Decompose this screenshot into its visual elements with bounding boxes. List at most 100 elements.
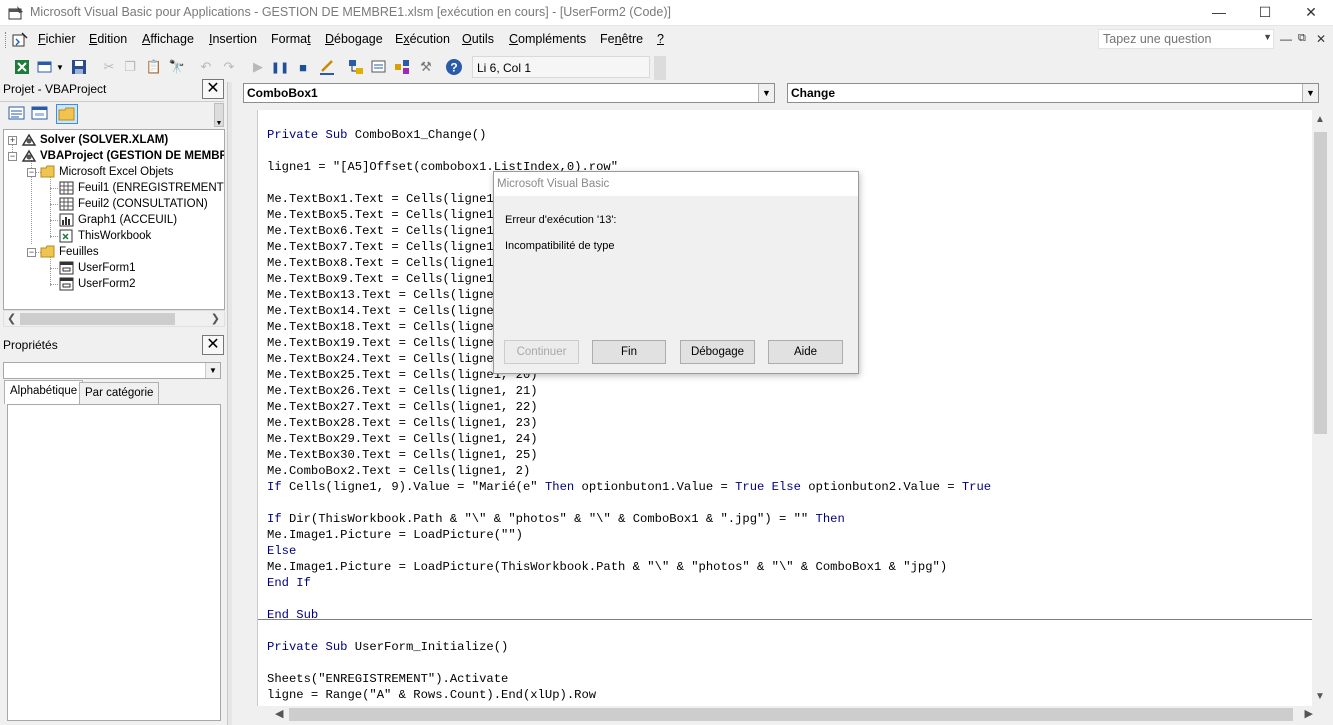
procedure-combo[interactable]: Change ▼: [787, 83, 1319, 103]
mdi-minimize-button[interactable]: —: [1280, 32, 1292, 46]
close-button[interactable]: ✕: [1288, 0, 1333, 26]
properties-grid[interactable]: [7, 404, 221, 721]
copy-icon[interactable]: ❐: [120, 57, 140, 77]
code-margin[interactable]: [237, 110, 258, 706]
code-line[interactable]: Me.TextBox29.Text = Cells(ligne1, 24): [267, 431, 538, 447]
maximize-button[interactable]: ☐: [1242, 0, 1288, 26]
scrollbar-thumb[interactable]: [20, 313, 175, 325]
code-vertical-scrollbar[interactable]: ▲ ▼: [1312, 110, 1329, 706]
tree-item-graph1[interactable]: Graph1 (ACCEUIL): [59, 212, 177, 228]
menu-fichier[interactable]: Fichier: [38, 32, 76, 46]
tree-item-vbaproject[interactable]: VBAProject (GESTION DE MEMBR: [21, 148, 224, 164]
code-line[interactable]: ligne = Range("A" & Rows.Count).End(xlUp…: [267, 687, 596, 703]
find-icon[interactable]: 🔭: [167, 57, 187, 77]
code-line[interactable]: Private Sub ComboBox1_Change(): [267, 127, 486, 143]
chevron-down-icon[interactable]: ▼: [54, 57, 66, 77]
tree-item-solver[interactable]: Solver (SOLVER.XLAM): [21, 132, 168, 148]
mdi-close-button[interactable]: ✕: [1316, 32, 1326, 46]
tree-item-feuil2[interactable]: Feuil2 (CONSULTATION): [59, 196, 208, 212]
code-line[interactable]: Me.TextBox5.Text = Cells(ligne1, 4): [267, 207, 523, 223]
continue-button[interactable]: Continuer: [504, 340, 579, 364]
tree-item-userform1[interactable]: UserForm1: [59, 260, 136, 276]
design-mode-icon[interactable]: [317, 57, 337, 77]
scrollbar-thumb[interactable]: [289, 708, 1293, 721]
view-object-icon[interactable]: [30, 104, 52, 124]
project-explorer-icon[interactable]: [346, 57, 366, 77]
code-line[interactable]: End If: [267, 575, 311, 591]
menu-affichage[interactable]: Affichage: [142, 32, 194, 46]
minimize-button[interactable]: —: [1196, 0, 1242, 26]
tree-folder-excel-objects[interactable]: Microsoft Excel Objets: [40, 164, 173, 180]
chevron-down-icon[interactable]: ▼: [1302, 84, 1318, 102]
code-line[interactable]: If Cells(ligne1, 9).Value = "Marié(e" Th…: [267, 479, 991, 495]
chevron-left-icon[interactable]: ◀: [275, 707, 283, 720]
project-toolbar-grip[interactable]: ▼: [214, 103, 224, 127]
cut-icon[interactable]: ✂: [99, 57, 119, 77]
help-search-box[interactable]: ▼: [1098, 29, 1274, 49]
chevron-down-icon[interactable]: ▼: [1263, 32, 1272, 42]
tree-item-userform2[interactable]: UserForm2: [59, 276, 136, 292]
save-icon[interactable]: [69, 57, 89, 77]
properties-pane-close-button[interactable]: ✕: [202, 335, 224, 355]
menu-edition[interactable]: Edition: [89, 32, 127, 46]
tree-item-thisworkbook[interactable]: ThisWorkbook: [59, 228, 151, 244]
debug-button[interactable]: Débogage: [680, 340, 755, 364]
excel-icon[interactable]: [12, 57, 32, 77]
code-line[interactable]: Sheets("ENREGISTREMENT").Activate: [267, 671, 508, 687]
code-line[interactable]: Me.TextBox26.Text = Cells(ligne1, 21): [267, 383, 538, 399]
menu-complements[interactable]: Compléments: [509, 32, 586, 46]
menu-format[interactable]: Format: [271, 32, 311, 46]
chevron-down-icon[interactable]: ▼: [1315, 691, 1325, 702]
code-line[interactable]: Me.Image1.Picture = LoadPicture(""): [267, 527, 523, 543]
tree-folder-feuilles[interactable]: Feuilles: [40, 244, 99, 260]
menu-execution[interactable]: Exécution: [395, 32, 450, 46]
code-line[interactable]: Me.Image1.Picture = LoadPicture(ThisWork…: [267, 559, 947, 575]
end-button[interactable]: Fin: [592, 340, 666, 364]
expand-solver-toggle[interactable]: +: [8, 136, 17, 145]
redo-icon[interactable]: ↷: [219, 57, 239, 77]
code-line[interactable]: Me.TextBox9.Text = Cells(ligne1, 8): [267, 271, 523, 287]
chevron-down-icon[interactable]: ▼: [205, 363, 220, 378]
mdi-restore-button[interactable]: ⧉: [1298, 32, 1306, 45]
code-line[interactable]: End Sub: [267, 607, 318, 623]
chevron-down-icon[interactable]: ▼: [758, 84, 774, 102]
object-combo[interactable]: ComboBox1 ▼: [243, 83, 775, 103]
undo-icon[interactable]: ↶: [196, 57, 216, 77]
menu-fenetre[interactable]: Fenêtre: [600, 32, 643, 46]
paste-icon[interactable]: 📋: [144, 57, 164, 77]
menu-help[interactable]: ?: [657, 32, 664, 46]
code-line[interactable]: Private Sub UserForm_Initialize(): [267, 639, 508, 655]
object-browser-icon[interactable]: [392, 57, 412, 77]
chevron-up-icon[interactable]: ▲: [1315, 114, 1325, 125]
tree-item-feuil1[interactable]: Feuil1 (ENREGISTREMENT): [59, 180, 224, 196]
run-icon[interactable]: ▶: [248, 57, 268, 77]
help-icon[interactable]: ?: [444, 57, 464, 77]
collapse-excel-objects-toggle[interactable]: −: [27, 168, 36, 177]
code-horizontal-scrollbar[interactable]: ◀ ▶: [237, 706, 1329, 723]
tab-alphabetique[interactable]: Alphabétique: [4, 380, 84, 404]
pane-splitter[interactable]: [227, 82, 232, 725]
insert-userform-icon[interactable]: [35, 57, 55, 77]
menu-outils[interactable]: Outils: [462, 32, 494, 46]
tab-par-categorie[interactable]: Par catégorie: [79, 382, 160, 404]
properties-icon[interactable]: [369, 57, 389, 77]
project-pane-close-button[interactable]: ✕: [202, 79, 224, 99]
code-line[interactable]: Else: [267, 543, 296, 559]
code-line[interactable]: Me.TextBox8.Text = Cells(ligne1, 7): [267, 255, 523, 271]
break-icon[interactable]: ❚❚: [270, 57, 290, 77]
toolbar-options-grip[interactable]: [654, 56, 666, 80]
collapse-vbaproject-toggle[interactable]: −: [8, 152, 17, 161]
chevron-right-icon[interactable]: ▶: [1305, 707, 1313, 720]
chevron-right-icon[interactable]: ❯: [211, 312, 220, 325]
menu-debogage[interactable]: Débogage: [325, 32, 383, 46]
toolbox-icon[interactable]: ⚒: [416, 57, 436, 77]
code-line[interactable]: Me.TextBox7.Text = Cells(ligne1, 6): [267, 239, 523, 255]
code-line[interactable]: Me.TextBox1.Text = Cells(ligne1, 3): [267, 191, 523, 207]
menu-insertion[interactable]: Insertion: [209, 32, 257, 46]
vba-document-icon[interactable]: [12, 32, 28, 48]
code-line[interactable]: Me.ComboBox2.Text = Cells(ligne1, 2): [267, 463, 530, 479]
help-search-input[interactable]: [1099, 30, 1259, 48]
toggle-folders-icon[interactable]: [56, 104, 78, 124]
code-line[interactable]: Me.TextBox30.Text = Cells(ligne1, 25): [267, 447, 538, 463]
reset-icon[interactable]: ■: [293, 57, 313, 77]
